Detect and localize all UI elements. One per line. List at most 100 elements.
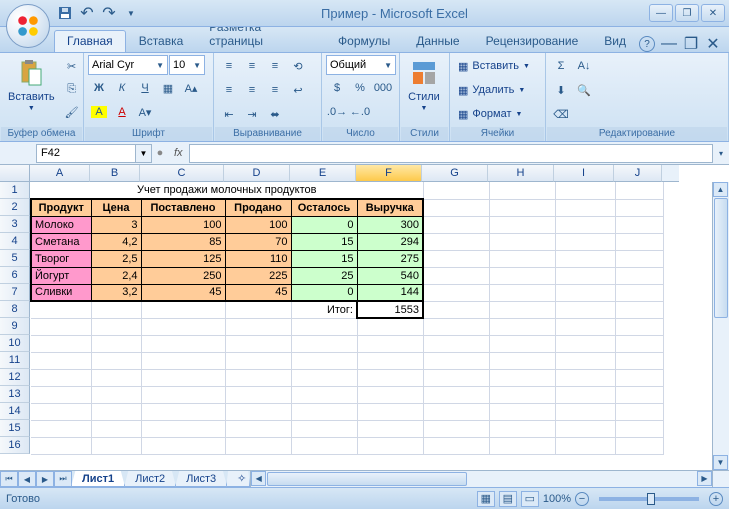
row-header-5[interactable]: 5 (0, 250, 30, 267)
cell-D4[interactable]: 70 (225, 233, 291, 250)
underline-button[interactable]: Ч (134, 77, 156, 99)
cell-C11[interactable] (141, 352, 225, 369)
cell-C5[interactable]: 125 (141, 250, 225, 267)
save-icon[interactable] (56, 4, 74, 22)
cell-G11[interactable] (423, 352, 489, 369)
copy-button[interactable]: ⎘ (61, 78, 83, 100)
scroll-up-button[interactable]: ▲ (713, 182, 728, 197)
cell-G7[interactable] (423, 284, 489, 301)
row-header-3[interactable]: 3 (0, 216, 30, 233)
format-cells-button[interactable]: ▦Формат▼ (454, 103, 526, 125)
name-box-dropdown[interactable]: ▼ (136, 144, 152, 163)
cell-F15[interactable] (357, 420, 423, 437)
cell-J13[interactable] (615, 386, 663, 403)
cell-A6[interactable]: Йогурт (31, 267, 91, 284)
cell-F14[interactable] (357, 403, 423, 420)
row-header-14[interactable]: 14 (0, 403, 30, 420)
wrap-text-button[interactable]: ↩ (287, 79, 309, 101)
cell-F2[interactable]: Выручка (357, 199, 423, 216)
scroll-down-button[interactable]: ▼ (713, 455, 728, 470)
zoom-slider[interactable] (599, 497, 699, 501)
cell-J14[interactable] (615, 403, 663, 420)
cell-B2[interactable]: Цена (91, 199, 141, 216)
row-header-4[interactable]: 4 (0, 233, 30, 250)
col-header-I[interactable]: I (554, 165, 614, 182)
cell-I5[interactable] (555, 250, 615, 267)
cell-E9[interactable] (291, 318, 357, 335)
cell-H2[interactable] (489, 199, 555, 216)
cell-E3[interactable]: 0 (291, 216, 357, 233)
cell-D14[interactable] (225, 403, 291, 420)
sheet-tab-1[interactable]: Лист1 (71, 471, 125, 487)
row-header-16[interactable]: 16 (0, 437, 30, 454)
cell-D7[interactable]: 45 (225, 284, 291, 301)
align-right-button[interactable]: ≡ (264, 79, 286, 101)
autosum-button[interactable]: Σ (550, 55, 572, 77)
horizontal-scrollbar[interactable]: ◀ ▶ (250, 471, 712, 487)
cell-C7[interactable]: 45 (141, 284, 225, 301)
fx-icon[interactable]: fx (168, 147, 189, 159)
cell-D13[interactable] (225, 386, 291, 403)
fill-button[interactable]: ⬇ (550, 79, 572, 101)
new-sheet-button[interactable]: ✧ (226, 471, 250, 487)
align-middle-button[interactable]: ≡ (241, 55, 263, 77)
cell-H16[interactable] (489, 437, 555, 454)
cell-C6[interactable]: 250 (141, 267, 225, 284)
sheet-tab-2[interactable]: Лист2 (124, 471, 176, 487)
row-header-7[interactable]: 7 (0, 284, 30, 301)
cell-G16[interactable] (423, 437, 489, 454)
cell-F9[interactable] (357, 318, 423, 335)
cell-D6[interactable]: 225 (225, 267, 291, 284)
cell-A7[interactable]: Сливки (31, 284, 91, 301)
vertical-scrollbar[interactable]: ▲ ▼ (712, 182, 729, 470)
comma-format-button[interactable]: 000 (372, 77, 394, 99)
row-header-8[interactable]: 8 (0, 301, 30, 318)
shrink-font-button[interactable]: A▾ (134, 101, 156, 123)
cell-A5[interactable]: Творог (31, 250, 91, 267)
close-button[interactable]: ✕ (701, 4, 725, 22)
cell-H7[interactable] (489, 284, 555, 301)
insert-cells-button[interactable]: ▦Вставить▼ (454, 55, 534, 77)
cell-I4[interactable] (555, 233, 615, 250)
tab-view[interactable]: Вид (591, 30, 639, 52)
font-size-combo[interactable]: 10▼ (169, 55, 205, 75)
cell-C9[interactable] (141, 318, 225, 335)
row-header-6[interactable]: 6 (0, 267, 30, 284)
cell-G9[interactable] (423, 318, 489, 335)
clear-button[interactable]: ⌫ (550, 103, 572, 125)
row-header-11[interactable]: 11 (0, 352, 30, 369)
cell-A16[interactable] (31, 437, 91, 454)
cell-I2[interactable] (555, 199, 615, 216)
select-all-corner[interactable] (0, 165, 30, 182)
cell-E4[interactable]: 15 (291, 233, 357, 250)
cell-J11[interactable] (615, 352, 663, 369)
grow-font-button[interactable]: A▴ (180, 77, 202, 99)
cell-F12[interactable] (357, 369, 423, 386)
cell-styles-button[interactable]: Стили ▼ (404, 55, 444, 114)
qat-customize-icon[interactable]: ▼ (122, 4, 140, 22)
cell-J6[interactable] (615, 267, 663, 284)
cell-D9[interactable] (225, 318, 291, 335)
cell-C13[interactable] (141, 386, 225, 403)
row-header-12[interactable]: 12 (0, 369, 30, 386)
cell-E15[interactable] (291, 420, 357, 437)
cell-F7[interactable]: 144 (357, 284, 423, 301)
cell-A1[interactable]: Учет продажи молочных продуктов (31, 182, 423, 199)
cell-B6[interactable]: 2,4 (91, 267, 141, 284)
formula-input[interactable] (189, 144, 713, 163)
cell-F10[interactable] (357, 335, 423, 352)
vscroll-thumb[interactable] (714, 198, 728, 318)
cell-G2[interactable] (423, 199, 489, 216)
zoom-in-button[interactable]: + (709, 492, 723, 506)
cell-J4[interactable] (615, 233, 663, 250)
cell-I16[interactable] (555, 437, 615, 454)
cell-I10[interactable] (555, 335, 615, 352)
cells-area[interactable]: Учет продажи молочных продуктовПродуктЦе… (30, 182, 712, 470)
cell-E11[interactable] (291, 352, 357, 369)
redo-icon[interactable]: ↷ (100, 4, 118, 22)
tab-home[interactable]: Главная (54, 30, 126, 52)
next-sheet-button[interactable]: ▶ (36, 471, 54, 487)
cell-F3[interactable]: 300 (357, 216, 423, 233)
help-icon[interactable]: ? (639, 36, 655, 52)
cell-B12[interactable] (91, 369, 141, 386)
